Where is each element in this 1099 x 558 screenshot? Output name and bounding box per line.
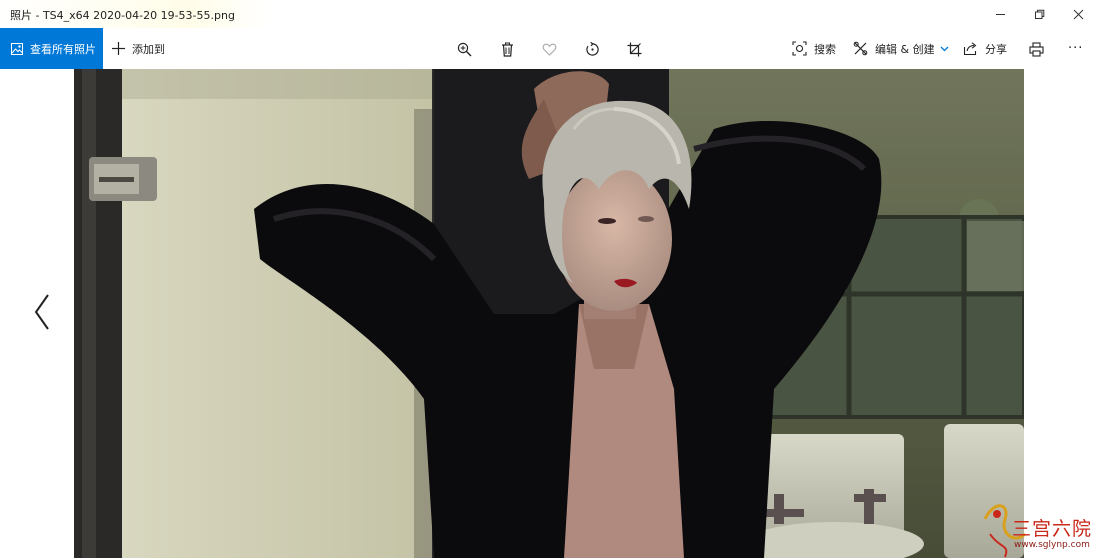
zoom-button[interactable] — [451, 36, 477, 62]
search-scan-icon — [792, 41, 807, 56]
restore-icon — [1034, 9, 1044, 19]
plus-icon — [111, 41, 126, 56]
favorite-heart-icon — [542, 43, 556, 56]
rotate-icon — [585, 41, 599, 56]
edit-tools-icon — [853, 41, 868, 56]
minimize-icon — [995, 13, 1005, 15]
add-to-label: 添加到 — [132, 42, 165, 56]
watermark-url: www.sglynp.com — [1014, 540, 1090, 550]
print-icon — [1028, 41, 1044, 57]
delete-icon — [501, 42, 513, 57]
photo-viewer: 三宫六院 www.sglynp.com — [0, 69, 1099, 558]
more-options-button[interactable]: ··· — [1068, 28, 1083, 69]
share-icon — [963, 41, 978, 56]
command-bar: 查看所有照片 添加到 搜索 编辑 & 创建 分享 ··· — [0, 28, 1099, 69]
share-button[interactable]: 分享 — [963, 28, 1007, 69]
close-icon — [1073, 9, 1083, 19]
watermark-text: 三宫六院 — [1012, 518, 1093, 540]
photo-gallery-icon — [11, 42, 23, 55]
share-label: 分享 — [985, 42, 1007, 56]
previous-photo-button[interactable] — [26, 289, 56, 335]
edit-create-button[interactable]: 编辑 & 创建 — [853, 28, 949, 69]
add-to-button[interactable]: 添加到 — [111, 28, 165, 69]
rotate-button[interactable] — [579, 36, 605, 62]
crop-button[interactable] — [621, 36, 647, 62]
view-all-photos-button[interactable]: 查看所有照片 — [0, 28, 103, 69]
chevron-down-icon — [940, 44, 949, 53]
close-button[interactable] — [1061, 0, 1095, 28]
crop-icon — [627, 42, 641, 56]
favorite-button[interactable] — [536, 36, 562, 62]
chevron-left-icon — [34, 294, 49, 330]
search-label: 搜索 — [814, 42, 836, 56]
title-bar: 照片 - TS4_x64 2020-04-20 19-53-55.png — [0, 0, 1099, 28]
game-screenshot-image — [74, 69, 1024, 558]
window-title: 照片 - TS4_x64 2020-04-20 19-53-55.png — [10, 9, 235, 22]
view-all-photos-label: 查看所有照片 — [30, 42, 96, 56]
zoom-icon — [457, 42, 471, 56]
displayed-photo[interactable] — [74, 69, 1024, 558]
edit-create-label: 编辑 & 创建 — [875, 42, 935, 56]
print-button[interactable] — [1023, 36, 1049, 62]
search-button[interactable]: 搜索 — [792, 28, 836, 69]
minimize-button[interactable] — [983, 0, 1017, 28]
delete-button[interactable] — [494, 36, 520, 62]
more-icon: ··· — [1068, 41, 1084, 56]
restore-button[interactable] — [1022, 0, 1056, 28]
